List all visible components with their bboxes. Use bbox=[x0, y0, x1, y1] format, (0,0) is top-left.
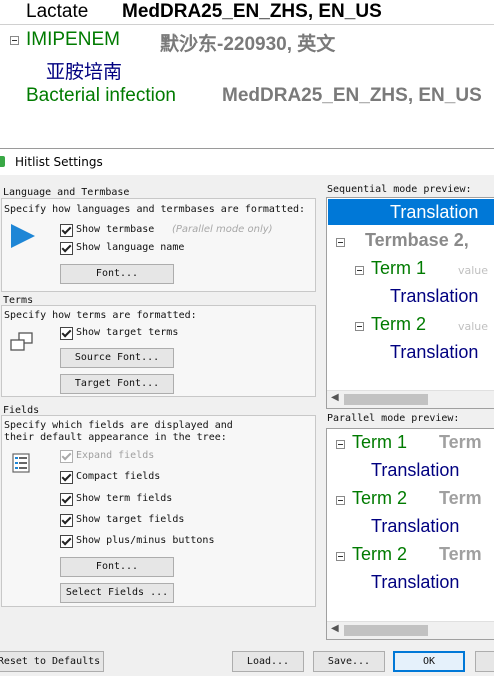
hitlist-settings-dialog: Hitlist Settings Language and Termbase S… bbox=[0, 148, 494, 676]
fields-section-description-2: their default appearance in the tree: bbox=[4, 432, 227, 443]
parallel-mode-note: (Parallel mode only) bbox=[172, 224, 273, 235]
show-language-name-checkbox[interactable] bbox=[60, 242, 73, 255]
parallel-scroll-thumb[interactable] bbox=[344, 625, 428, 636]
background-tree: Lactate MedDRA25_EN_ZHS, EN_US IMIPENEM … bbox=[0, 0, 494, 148]
select-fields-button[interactable]: Select Fields ... bbox=[60, 583, 174, 603]
show-target-fields-label[interactable]: Show target fields bbox=[76, 514, 184, 525]
sequential-preview-label: Sequential mode preview: bbox=[327, 184, 472, 195]
show-termbase-label[interactable]: Show termbase bbox=[76, 224, 154, 235]
parallel-translation1[interactable]: Translation bbox=[371, 460, 459, 481]
fields-section-box bbox=[1, 415, 316, 607]
show-term-fields-label[interactable]: Show term fields bbox=[76, 493, 172, 504]
term2-collapse-button[interactable] bbox=[355, 322, 364, 331]
termbase-collapse-button[interactable] bbox=[336, 238, 345, 247]
sequential-term1[interactable]: Term 1 bbox=[371, 258, 426, 279]
bg-bacterial-term[interactable]: Bacterial infection bbox=[26, 85, 176, 107]
parallel-term2b-right: Term bbox=[439, 544, 482, 564]
sequential-scroll-thumb[interactable] bbox=[344, 394, 428, 405]
fields-section-description: Specify which fields are displayed and bbox=[4, 420, 233, 431]
show-target-terms-label[interactable]: Show target terms bbox=[76, 327, 178, 338]
bg-imipenem-translation[interactable]: 亚胺培南 bbox=[46, 57, 122, 84]
source-font-button[interactable]: Source Font... bbox=[60, 348, 174, 368]
term1-collapse-button[interactable] bbox=[355, 266, 364, 275]
sequential-translation-selected[interactable]: Translation bbox=[390, 202, 478, 223]
bg-collapse-button[interactable] bbox=[10, 36, 19, 45]
dialog-titlebar[interactable]: Hitlist Settings bbox=[0, 149, 494, 175]
sequential-preview-pane[interactable]: Translation Termbase 2, Term 1 value Tra… bbox=[326, 197, 494, 409]
parallel-term2a[interactable]: Term 2 bbox=[352, 488, 407, 509]
term-windows-icon bbox=[10, 332, 33, 351]
parallel-preview-pane[interactable]: Term 1 Term Translation Term 2 Term Tran… bbox=[326, 428, 494, 640]
language-section-heading: Language and Termbase bbox=[3, 187, 130, 198]
parallel-preview-label: Parallel mode preview: bbox=[327, 413, 460, 424]
sequential-term2[interactable]: Term 2 bbox=[371, 314, 426, 335]
parallel-term2b[interactable]: Term 2 bbox=[352, 544, 407, 565]
show-target-fields-checkbox[interactable] bbox=[60, 514, 73, 527]
parallel-horizontal-scrollbar[interactable]: ◀ bbox=[327, 621, 494, 639]
show-plus-minus-label[interactable]: Show plus/minus buttons bbox=[76, 535, 214, 546]
parallel-term2a-collapse-button[interactable] bbox=[336, 496, 345, 505]
cancel-button-partial[interactable] bbox=[475, 651, 494, 672]
terms-section-description: Specify how terms are formatted: bbox=[4, 310, 197, 321]
sequential-translation2[interactable]: Translation bbox=[390, 342, 478, 363]
compact-fields-checkbox[interactable] bbox=[60, 471, 73, 484]
parallel-term1[interactable]: Term 1 bbox=[352, 432, 407, 453]
parallel-translation3[interactable]: Translation bbox=[371, 572, 459, 593]
parallel-term1-right: Term bbox=[439, 432, 482, 452]
show-language-name-label[interactable]: Show language name bbox=[76, 242, 184, 253]
bg-bacterial-source: MedDRA25_EN_ZHS, EN_US bbox=[222, 85, 482, 106]
parallel-term1-collapse-button[interactable] bbox=[336, 440, 345, 449]
fields-font-button[interactable]: Font... bbox=[60, 557, 174, 577]
bg-imipenem-source: 默沙东-220930, 英文 bbox=[160, 34, 336, 55]
app-icon bbox=[0, 156, 5, 167]
language-font-button[interactable]: Font... bbox=[60, 264, 174, 284]
scroll-left-arrow-icon[interactable]: ◀ bbox=[331, 623, 339, 634]
reset-to-defaults-button[interactable]: Reset to Defaults bbox=[0, 651, 104, 672]
expand-fields-checkbox[interactable] bbox=[60, 450, 73, 463]
sequential-horizontal-scrollbar[interactable]: ◀ bbox=[327, 390, 494, 408]
show-target-terms-checkbox[interactable] bbox=[60, 327, 73, 340]
sequential-termbase: Termbase 2, bbox=[365, 230, 469, 250]
sequential-term1-value-hint: value bbox=[458, 264, 489, 277]
load-button[interactable]: Load... bbox=[232, 651, 304, 672]
save-button[interactable]: Save... bbox=[313, 651, 385, 672]
target-font-button[interactable]: Target Font... bbox=[60, 374, 174, 394]
bg-lactate-termbase: MedDRA25_EN_ZHS, EN_US bbox=[122, 1, 382, 22]
show-term-fields-checkbox[interactable] bbox=[60, 493, 73, 506]
bg-imipenem-term[interactable]: IMIPENEM bbox=[26, 29, 120, 51]
sequential-translation1[interactable]: Translation bbox=[390, 286, 478, 307]
sequential-term2-value-hint: value bbox=[458, 320, 489, 333]
play-icon bbox=[11, 224, 35, 248]
show-termbase-checkbox[interactable] bbox=[60, 224, 73, 237]
parallel-term2b-collapse-button[interactable] bbox=[336, 552, 345, 561]
ok-button[interactable]: OK bbox=[393, 651, 465, 672]
field-list-icon bbox=[12, 453, 30, 473]
show-plus-minus-checkbox[interactable] bbox=[60, 535, 73, 548]
scroll-left-arrow-icon[interactable]: ◀ bbox=[331, 392, 339, 403]
bg-lactate-label: Lactate bbox=[26, 1, 89, 22]
language-section-description: Specify how languages and termbases are … bbox=[4, 204, 306, 215]
parallel-term2a-right: Term bbox=[439, 488, 482, 508]
dialog-title: Hitlist Settings bbox=[15, 155, 103, 169]
expand-fields-label: Expand fields bbox=[76, 450, 155, 461]
compact-fields-label[interactable]: Compact fields bbox=[76, 471, 160, 482]
parallel-translation2[interactable]: Translation bbox=[371, 516, 459, 537]
